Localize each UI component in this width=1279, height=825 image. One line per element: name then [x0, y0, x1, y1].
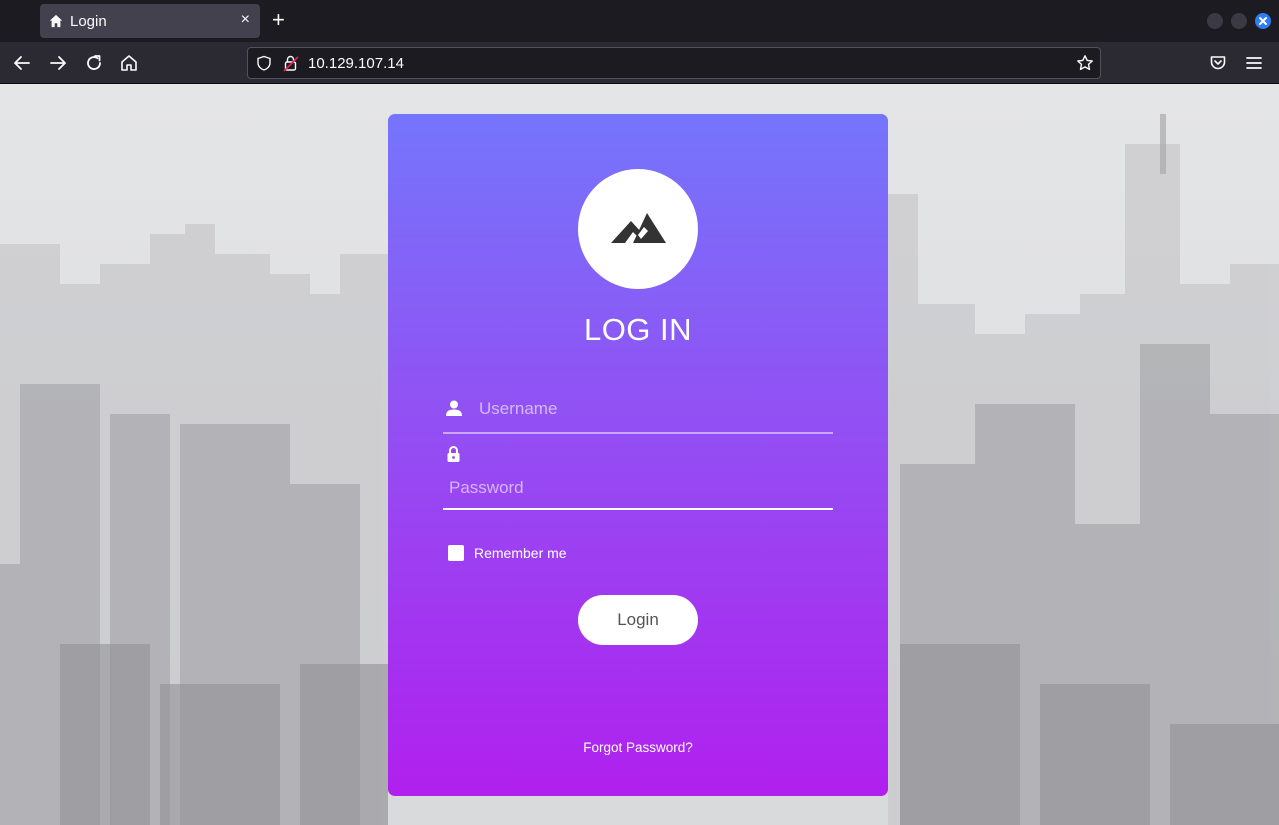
logo [578, 169, 698, 289]
address-bar[interactable]: 10.129.107.14 [247, 47, 1101, 79]
forgot-password-link[interactable]: Forgot Password? [388, 740, 888, 755]
maximize-button[interactable] [1231, 13, 1247, 29]
tab-title: Login [70, 13, 107, 30]
minimize-button[interactable] [1207, 13, 1223, 29]
password-input[interactable] [447, 474, 821, 502]
shield-icon[interactable] [256, 55, 272, 71]
page-viewport: LOG IN Remember me Login Forgot Password… [0, 84, 1279, 825]
home-icon [49, 14, 63, 28]
forward-icon[interactable] [48, 53, 68, 73]
reload-icon[interactable] [84, 53, 104, 73]
url-text: 10.129.107.14 [308, 55, 404, 72]
remember-me-checkbox[interactable] [448, 545, 464, 561]
close-icon [1259, 17, 1267, 25]
browser-tab[interactable]: Login × [40, 4, 260, 38]
back-icon[interactable] [12, 53, 32, 73]
star-icon[interactable] [1076, 54, 1094, 72]
lock-icon[interactable] [283, 54, 299, 72]
username-field [443, 389, 833, 434]
close-tab-button[interactable]: × [241, 11, 250, 29]
user-icon [446, 400, 462, 416]
password-field [443, 444, 833, 510]
login-button[interactable]: Login [578, 595, 698, 645]
home-icon[interactable] [119, 53, 139, 73]
menu-icon[interactable] [1244, 53, 1264, 73]
pocket-icon[interactable] [1208, 53, 1228, 73]
tab-strip: Login × + [0, 0, 1279, 42]
mountain-logo-icon [611, 213, 666, 243]
remember-me-label[interactable]: Remember me [474, 545, 567, 561]
login-title: LOG IN [583, 312, 693, 347]
lock-icon [447, 446, 460, 462]
navigation-toolbar: 10.129.107.14 [0, 42, 1279, 84]
login-card: LOG IN Remember me Login Forgot Password… [388, 114, 888, 796]
new-tab-button[interactable]: + [272, 8, 285, 32]
username-input[interactable] [477, 395, 821, 423]
close-window-button[interactable] [1255, 13, 1271, 29]
